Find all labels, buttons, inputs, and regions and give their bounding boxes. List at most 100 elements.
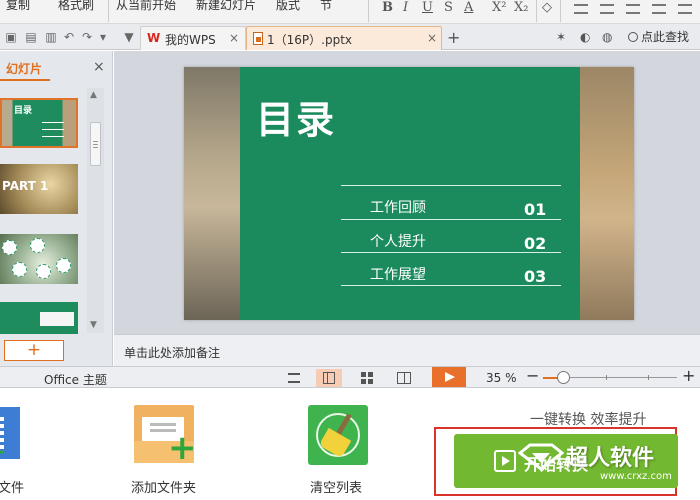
zoom-slider-track[interactable] xyxy=(565,377,677,378)
thumbnail-title: 目录 xyxy=(14,106,33,116)
new-slide-button[interactable]: 新建幻灯片 xyxy=(196,0,256,13)
customize-icon[interactable]: ▾ xyxy=(96,30,110,44)
watermark-text: 超人软件 xyxy=(566,446,655,471)
scroll-up-icon[interactable]: ▲ xyxy=(90,90,97,100)
tab-bar: ▣ ▤ ▥ ↶ ↷ ▾ ▼ W 我的WPS × 1（16P）.pptx × + … xyxy=(0,24,700,50)
normal-view-icon[interactable] xyxy=(316,369,342,387)
thumbnail-title: PART 1 xyxy=(2,179,49,193)
broom-icon[interactable] xyxy=(308,405,368,465)
pptx-file-icon xyxy=(253,32,263,45)
search-label: 点此查找 xyxy=(641,30,690,44)
tab-label: 我的WPS xyxy=(165,33,216,47)
add-file-label[interactable]: 文件 xyxy=(0,477,24,496)
toc-divider xyxy=(341,252,561,253)
slide-sorter-icon[interactable] xyxy=(354,369,380,387)
status-bar: Office 主题 35 % − + xyxy=(0,366,700,388)
justify-icon[interactable] xyxy=(652,4,666,14)
bold-icon[interactable]: B xyxy=(382,0,393,15)
slide-thumbnail-2[interactable]: PART 1 xyxy=(0,164,78,214)
current-slide[interactable]: 目录 工作回顾 01 个人提升 02 工作展望 03 xyxy=(184,67,634,320)
font-color-icon[interactable]: A xyxy=(464,0,473,15)
toc-item-label[interactable]: 个人提升 xyxy=(370,231,426,251)
play-icon xyxy=(494,450,516,472)
slide-panel: 幻灯片 × 目录 PART 1 ▲ ▼ + xyxy=(0,51,113,366)
subscript-icon[interactable]: X₂ xyxy=(514,0,528,15)
toc-item-number[interactable]: 02 xyxy=(524,234,546,253)
add-folder-label[interactable]: 添加文件夹 xyxy=(131,477,196,496)
theme-name[interactable]: Office 主题 xyxy=(44,371,107,388)
zoom-slider-handle[interactable] xyxy=(557,371,570,384)
toc-item-number[interactable]: 03 xyxy=(524,267,546,286)
slide-thumbnail-3[interactable] xyxy=(0,234,78,284)
add-file-icon[interactable]: + xyxy=(0,405,44,465)
layout-button[interactable]: 版式 xyxy=(276,0,300,13)
grip-line xyxy=(93,147,98,148)
slide-panel-scrollbar[interactable]: ▲ ▼ xyxy=(87,88,104,333)
undo-icon[interactable]: ↶ xyxy=(62,30,76,44)
share-icon[interactable]: ◐ xyxy=(580,30,590,44)
slide-photo-left xyxy=(184,67,240,320)
shadow-icon[interactable]: S xyxy=(444,0,453,15)
clear-list-label[interactable]: 清空列表 xyxy=(310,477,362,496)
toc-item-label[interactable]: 工作展望 xyxy=(370,264,426,284)
slide-canvas: 目录 工作回顾 01 个人提升 02 工作展望 03 xyxy=(114,51,700,334)
underline-icon[interactable]: U xyxy=(422,0,433,15)
thumbnail-bubble xyxy=(56,258,71,273)
superscript-icon[interactable]: X² xyxy=(492,0,506,15)
zoom-level[interactable]: 35 % xyxy=(486,371,517,385)
add-slide-button[interactable]: + xyxy=(4,340,64,361)
close-icon[interactable]: × xyxy=(229,31,239,45)
tab-presentation[interactable]: 1（16P）.pptx × xyxy=(246,26,442,50)
from-current-button[interactable]: 从当前开始 xyxy=(116,0,176,13)
zoom-out-button[interactable]: − xyxy=(526,366,539,385)
thumbnail-bubble xyxy=(12,262,27,277)
tab-my-wps[interactable]: W 我的WPS × xyxy=(140,26,246,50)
thumbnail-chart xyxy=(40,312,74,326)
add-folder-icon[interactable]: + xyxy=(134,405,197,465)
thumbnail-line xyxy=(42,122,64,123)
slide-thumbnail-1[interactable]: 目录 xyxy=(0,98,78,148)
slide-title[interactable]: 目录 xyxy=(256,89,336,144)
ribbon-divider xyxy=(108,0,109,22)
slide-photo-right xyxy=(580,67,634,320)
copy-button[interactable]: 复制 xyxy=(6,0,30,13)
reading-view-icon[interactable] xyxy=(391,369,417,387)
new-tab-icon[interactable]: + xyxy=(447,28,460,47)
italic-icon[interactable]: I xyxy=(403,0,408,15)
print-preview-icon[interactable]: ▥ xyxy=(44,30,58,44)
pin-icon[interactable]: ✶ xyxy=(556,30,566,44)
toc-item-label[interactable]: 工作回顾 xyxy=(370,197,426,217)
notes-pane[interactable]: 单击此处添加备注 xyxy=(114,334,700,366)
slide-panel-title[interactable]: 幻灯片 xyxy=(6,60,42,77)
dropdown-icon[interactable]: ▼ xyxy=(122,30,136,44)
toc-divider xyxy=(341,185,561,186)
tab-label: 1（16P）.pptx xyxy=(267,33,352,47)
redo-icon[interactable]: ↷ xyxy=(80,30,94,44)
ribbon-toolbar: 复制 格式刷 从当前开始 新建幻灯片 版式 节 B I U S A X² X₂ … xyxy=(0,0,700,24)
clear-format-icon[interactable]: ◇ xyxy=(542,0,552,15)
slideshow-play-button[interactable] xyxy=(432,367,466,387)
ribbon-divider xyxy=(536,0,537,22)
skin-icon[interactable]: ◍ xyxy=(602,30,612,44)
search-box[interactable]: 点此查找 xyxy=(628,28,689,45)
align-center-icon[interactable] xyxy=(600,4,614,14)
notes-view-icon[interactable] xyxy=(282,369,308,387)
new-doc-icon[interactable]: ▣ xyxy=(4,30,18,44)
zoom-in-button[interactable]: + xyxy=(682,366,695,385)
slide-thumbnail-4[interactable] xyxy=(0,302,78,334)
align-left-icon[interactable] xyxy=(574,4,588,14)
toc-item-number[interactable]: 01 xyxy=(524,200,546,219)
distribute-icon[interactable] xyxy=(678,4,692,14)
format-painter-button[interactable]: 格式刷 xyxy=(58,0,94,13)
section-button[interactable]: 节 xyxy=(320,0,332,13)
open-doc-icon[interactable]: ▤ xyxy=(24,30,38,44)
scroll-down-icon[interactable]: ▼ xyxy=(90,320,97,330)
scroll-thumb[interactable] xyxy=(90,122,101,166)
zoom-tick xyxy=(648,375,649,380)
ribbon-divider xyxy=(368,0,369,22)
align-right-icon[interactable] xyxy=(626,4,640,14)
thumbnail-bubble xyxy=(36,264,51,279)
close-icon[interactable]: × xyxy=(93,59,105,75)
grip-line xyxy=(93,141,98,142)
close-icon[interactable]: × xyxy=(427,31,437,45)
